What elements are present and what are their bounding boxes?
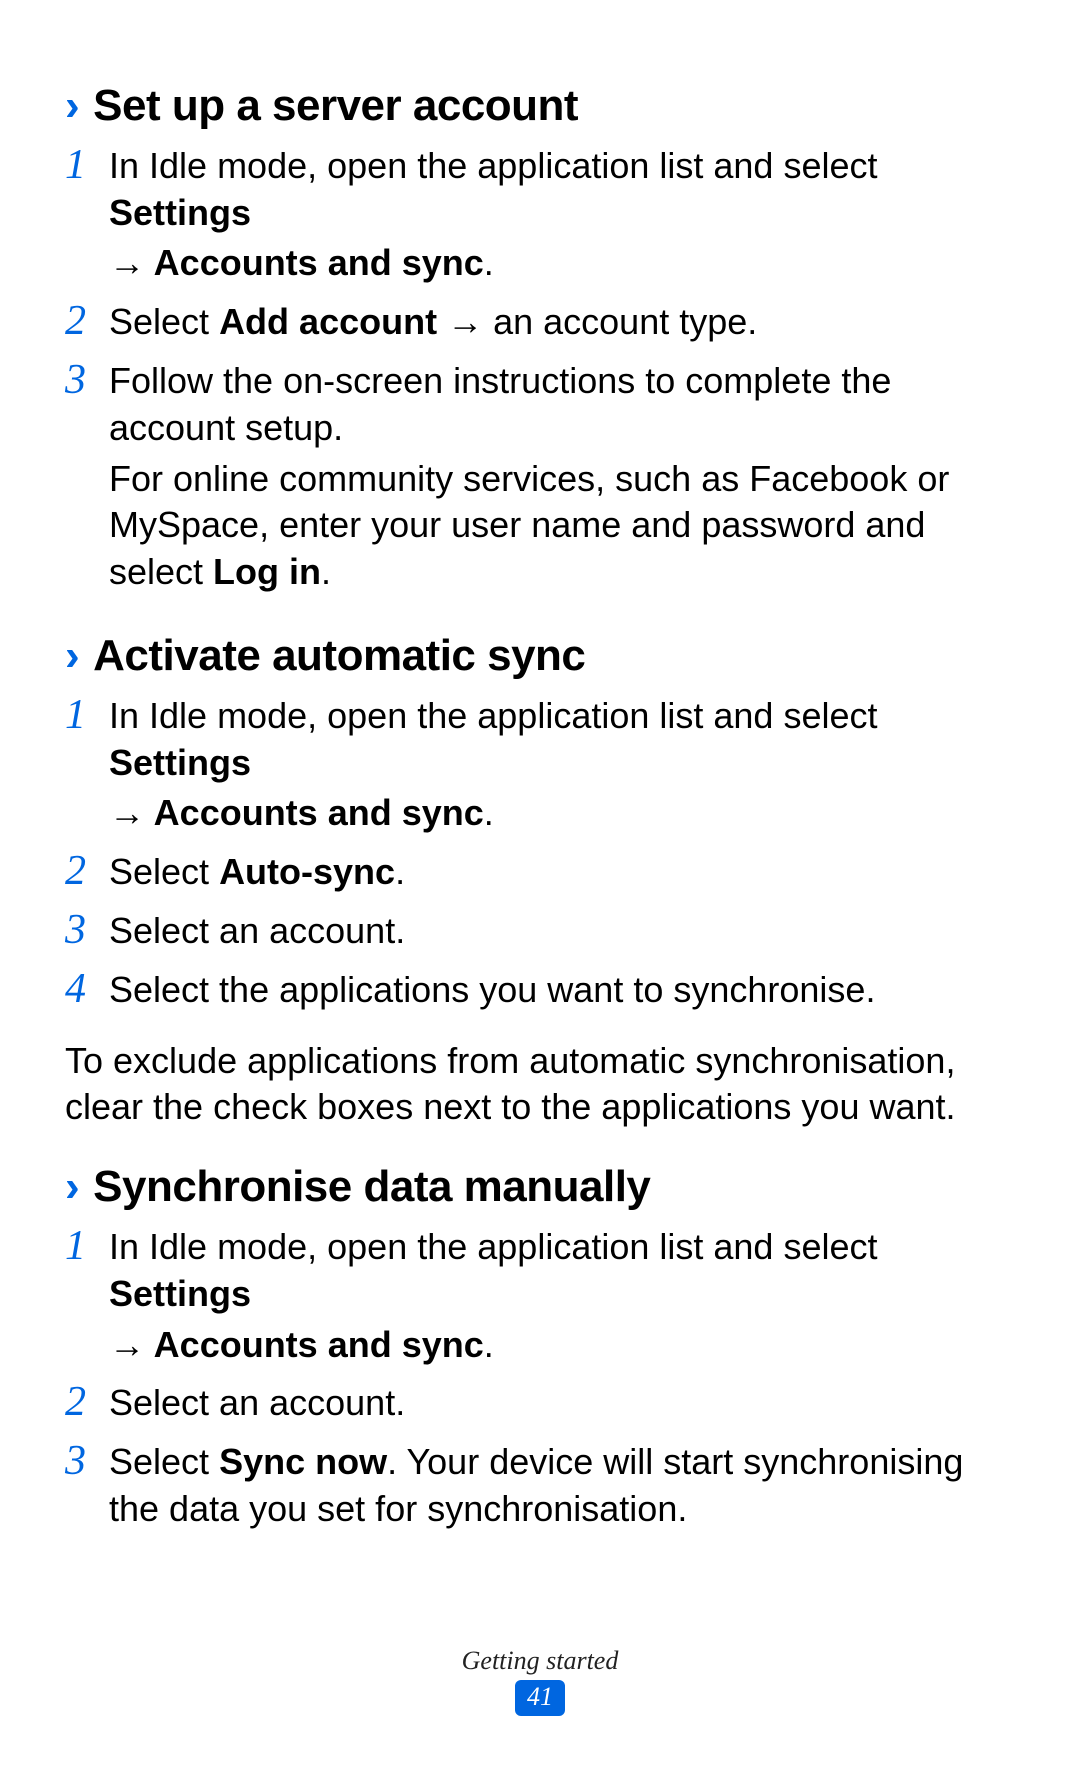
step-line: For online community services, such as F… [109, 456, 1015, 596]
text-segment: → an account type. [437, 301, 757, 342]
text-segment: In Idle mode, open the application list … [109, 695, 878, 736]
text-segment: Select the applications you want to sync… [109, 969, 875, 1010]
step-line: Follow the on-screen instructions to com… [109, 358, 1015, 452]
step-body: In Idle mode, open the application list … [109, 143, 1015, 291]
text-segment: In Idle mode, open the application list … [109, 145, 878, 186]
section: › Set up a server account 1In Idle mode, o… [65, 80, 1015, 600]
step-list: 1In Idle mode, open the application list… [65, 1224, 1015, 1537]
text-segment: → [109, 1324, 154, 1365]
step-body: Select an account. [109, 908, 1015, 959]
step-item: 1In Idle mode, open the application list… [65, 693, 1015, 841]
step-line: In Idle mode, open the application list … [109, 1224, 1015, 1318]
section: › Synchronise data manually 1In Idle mode,… [65, 1161, 1015, 1537]
step-item: 1In Idle mode, open the application list… [65, 1224, 1015, 1372]
step-item: 3Select an account. [65, 908, 1015, 959]
chevron-right-icon: › [65, 630, 79, 683]
step-line: In Idle mode, open the application list … [109, 693, 1015, 787]
text-segment: Log in [213, 551, 321, 592]
section-heading: › Synchronise data manually [65, 1161, 1015, 1214]
step-body: Select Sync now. Your device will start … [109, 1439, 1015, 1537]
text-segment: . [484, 242, 494, 283]
step-line: In Idle mode, open the application list … [109, 143, 1015, 237]
section-title: Activate automatic sync [93, 630, 585, 683]
step-body: Follow the on-screen instructions to com… [109, 358, 1015, 600]
step-body: In Idle mode, open the application list … [109, 693, 1015, 841]
text-segment: → [109, 792, 154, 833]
step-body: Select the applications you want to sync… [109, 967, 1015, 1018]
step-body: Select Add account → an account type. [109, 299, 1015, 350]
text-segment: Settings [109, 1273, 251, 1314]
section-title: Set up a server account [93, 80, 578, 133]
text-segment: . [484, 1324, 494, 1365]
step-number: 2 [65, 1380, 101, 1424]
page: ›Set up a server account1In Idle mode, o… [0, 0, 1080, 1771]
text-segment: Select an account. [109, 910, 405, 951]
step-number: 1 [65, 693, 101, 737]
text-segment: . [321, 551, 331, 592]
step-number: 1 [65, 1224, 101, 1268]
text-segment: Add account [219, 301, 437, 342]
step-line: Select Auto-sync. [109, 849, 1015, 896]
step-body: Select Auto-sync. [109, 849, 1015, 900]
step-body: In Idle mode, open the application list … [109, 1224, 1015, 1372]
step-line: Select Sync now. Your device will start … [109, 1439, 1015, 1533]
step-line: Select an account. [109, 1380, 1015, 1427]
section-note: To exclude applications from automatic s… [65, 1038, 1015, 1132]
step-item: 2Select an account. [65, 1380, 1015, 1431]
step-list: 1In Idle mode, open the application list… [65, 143, 1015, 600]
section-title: Synchronise data manually [93, 1161, 650, 1214]
chevron-right-icon: › [65, 1161, 79, 1214]
step-item: 2Select Add account → an account type. [65, 299, 1015, 350]
step-number: 3 [65, 908, 101, 952]
step-number: 4 [65, 967, 101, 1011]
step-item: 3Follow the on-screen instructions to co… [65, 358, 1015, 600]
page-number: 41 [515, 1680, 565, 1716]
step-number: 2 [65, 299, 101, 343]
text-segment: . [395, 851, 405, 892]
step-line: → Accounts and sync. [109, 1322, 1015, 1369]
text-segment: Accounts and sync [154, 1324, 484, 1365]
text-segment: Follow the on-screen instructions to com… [109, 360, 891, 448]
page-footer: Getting started 41 [0, 1646, 1080, 1716]
step-line: Select the applications you want to sync… [109, 967, 1015, 1014]
step-line: Select Add account → an account type. [109, 299, 1015, 346]
step-number: 3 [65, 1439, 101, 1483]
text-segment: In Idle mode, open the application list … [109, 1226, 878, 1267]
step-number: 2 [65, 849, 101, 893]
footer-section-label: Getting started [0, 1646, 1080, 1676]
step-number: 1 [65, 143, 101, 187]
text-segment: Select [109, 851, 219, 892]
section-heading: › Set up a server account [65, 80, 1015, 133]
step-line: Select an account. [109, 908, 1015, 955]
step-list: 1In Idle mode, open the application list… [65, 693, 1015, 1018]
text-segment: Select an account. [109, 1382, 405, 1423]
step-item: 3Select Sync now. Your device will start… [65, 1439, 1015, 1537]
text-segment: Settings [109, 742, 251, 783]
step-item: 1In Idle mode, open the application list… [65, 143, 1015, 291]
text-segment: . [484, 792, 494, 833]
text-segment: Auto-sync [219, 851, 395, 892]
step-item: 4Select the applications you want to syn… [65, 967, 1015, 1018]
section-heading: › Activate automatic sync [65, 630, 1015, 683]
text-segment: Accounts and sync [154, 242, 484, 283]
section: › Activate automatic sync 1In Idle mode, o… [65, 630, 1015, 1131]
content-area: ›Set up a server account1In Idle mode, o… [65, 80, 1015, 1537]
chevron-right-icon: › [65, 80, 79, 133]
text-segment: Select [109, 301, 219, 342]
text-segment: → [109, 242, 154, 283]
step-line: → Accounts and sync. [109, 240, 1015, 287]
step-body: Select an account. [109, 1380, 1015, 1431]
text-segment: Sync now [219, 1441, 387, 1482]
step-item: 2Select Auto-sync. [65, 849, 1015, 900]
step-number: 3 [65, 358, 101, 402]
text-segment: Accounts and sync [154, 792, 484, 833]
text-segment: Settings [109, 192, 251, 233]
text-segment: Select [109, 1441, 219, 1482]
step-line: → Accounts and sync. [109, 790, 1015, 837]
